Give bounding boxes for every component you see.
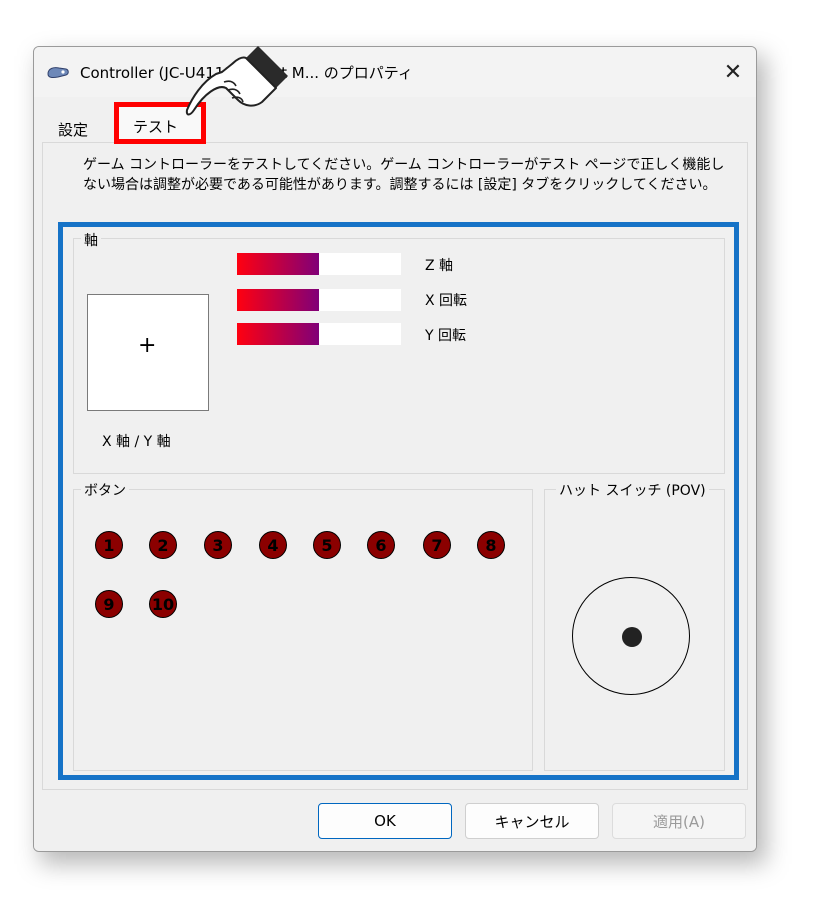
close-button[interactable]: ✕: [710, 47, 756, 97]
controller-button-4: 4: [259, 531, 287, 559]
xy-axis-field: +: [87, 294, 209, 411]
game-controller-icon: [47, 67, 69, 79]
y-rotation-meter-fill: [237, 323, 319, 345]
properties-dialog: Controller (JC-U4113S Input M... のプロパティ …: [33, 46, 757, 852]
ok-button[interactable]: OK: [318, 803, 452, 839]
controller-button-3: 3: [204, 531, 232, 559]
controller-button-6: 6: [367, 531, 395, 559]
apply-button[interactable]: 適用(A): [612, 803, 746, 839]
x-rotation-meter-fill: [237, 289, 319, 311]
axes-group-label: 軸: [81, 230, 101, 250]
x-rotation-meter: [237, 289, 401, 311]
controller-button-7: 7: [423, 531, 451, 559]
controller-button-9: 9: [95, 590, 123, 618]
controller-button-8: 8: [477, 531, 505, 559]
buttons-group-label: ボタン: [81, 480, 129, 500]
y-rotation-label: Y 回転: [425, 328, 467, 344]
controller-button-10: 10: [149, 590, 177, 618]
controller-button-1: 1: [95, 531, 123, 559]
cancel-button[interactable]: キャンセル: [465, 803, 599, 839]
z-axis-meter: [237, 253, 401, 275]
title-bar[interactable]: Controller (JC-U4113S Input M... のプロパティ …: [34, 47, 756, 97]
buttons-group: [73, 489, 533, 771]
controller-button-5: 5: [313, 531, 341, 559]
x-rotation-label: X 回転: [425, 293, 468, 309]
pov-center-dot: [622, 627, 642, 647]
z-axis-label: Z 軸: [425, 258, 454, 274]
z-axis-meter-fill: [237, 253, 319, 275]
y-rotation-meter: [237, 323, 401, 345]
pointing-hand-icon: [185, 46, 288, 116]
close-icon: ✕: [723, 59, 743, 85]
pov-group-label: ハット スイッチ (POV): [556, 480, 709, 500]
crosshair-icon: +: [138, 333, 157, 358]
xy-axis-label: X 軸 / Y 軸: [102, 434, 171, 450]
tab-settings[interactable]: 設定: [47, 115, 103, 143]
controller-button-2: 2: [149, 531, 177, 559]
instructions-text: ゲーム コントローラーをテストしてください。ゲーム コントローラーがテスト ペー…: [83, 157, 725, 193]
